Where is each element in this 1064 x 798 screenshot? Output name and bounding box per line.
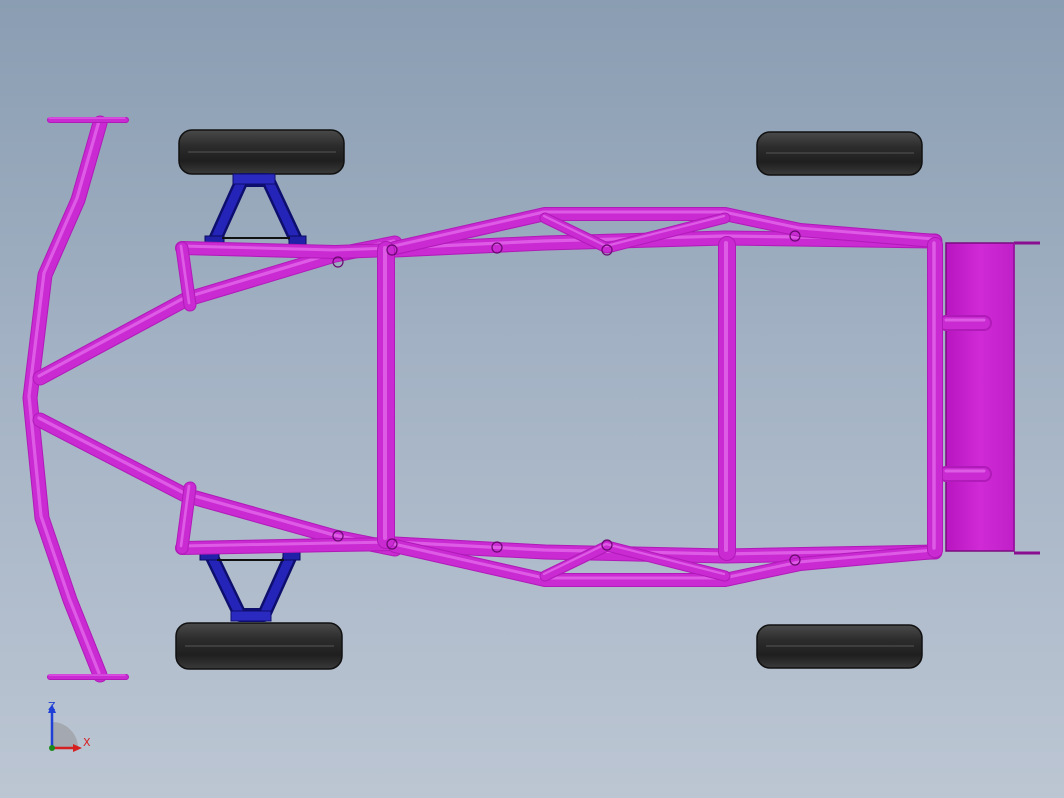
front-bumper-cap-top[interactable] — [47, 117, 129, 123]
front-brace-upper[interactable] — [32, 235, 403, 386]
tire-front-top[interactable] — [178, 129, 345, 175]
cad-viewport[interactable]: Z X — [0, 0, 1064, 798]
triad-plane — [52, 722, 78, 748]
orientation-triad: Z X — [40, 700, 100, 760]
a-arm-top[interactable] — [204, 173, 307, 252]
rear-panel[interactable] — [938, 241, 1040, 555]
tire-front-bottom[interactable] — [175, 622, 343, 670]
rear-mount-top — [938, 315, 992, 331]
z-axis-label: Z — [48, 700, 56, 713]
a-arm-bottom[interactable] — [199, 544, 301, 622]
main-hoop-front[interactable] — [377, 241, 395, 549]
tube-frame[interactable] — [22, 115, 943, 683]
front-brace-upper-outline — [32, 235, 403, 386]
front-bumper[interactable] — [22, 115, 108, 683]
chassis-model[interactable] — [0, 0, 1064, 798]
tire-rear-top[interactable] — [756, 131, 923, 176]
front-upper-rail[interactable] — [175, 241, 402, 259]
front-bumper-cap-bottom[interactable] — [47, 674, 129, 680]
front-brace-lower-highlight — [37, 416, 396, 549]
front-bumper-body — [23, 116, 107, 682]
front-brace-lower-outline — [32, 412, 403, 557]
front-upright-top[interactable] — [175, 241, 197, 312]
tire-rear-bottom[interactable] — [756, 624, 923, 669]
main-hoop-rear[interactable] — [718, 236, 736, 561]
front-lower-rail[interactable] — [175, 537, 402, 555]
front-brace-lower[interactable] — [32, 412, 403, 557]
origin-icon — [49, 745, 55, 751]
x-axis-label: X — [83, 736, 91, 749]
rear-cross-member[interactable] — [927, 237, 943, 558]
rear-mount-bottom — [938, 466, 992, 482]
